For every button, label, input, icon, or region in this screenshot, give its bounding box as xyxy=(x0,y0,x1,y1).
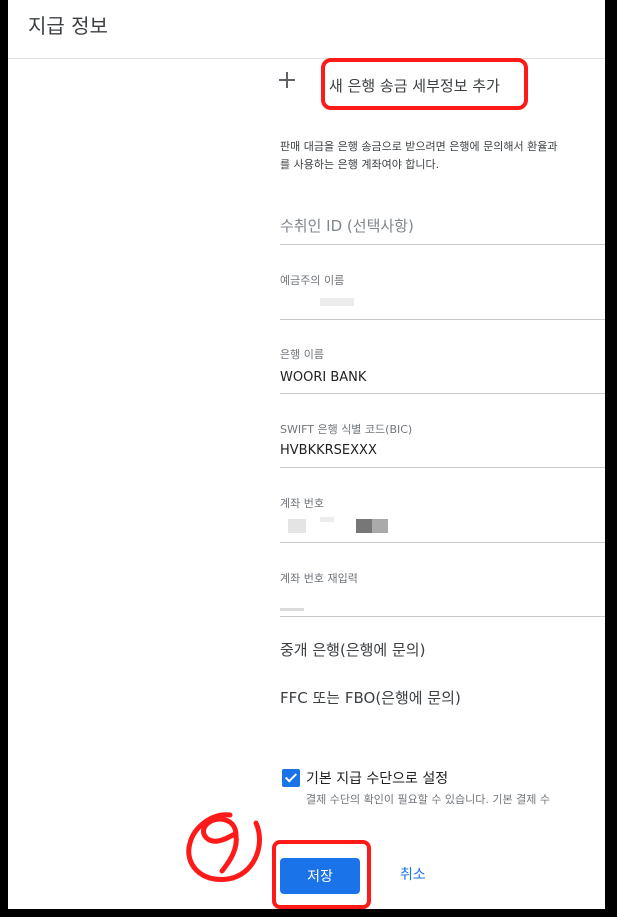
plus-icon xyxy=(277,70,297,90)
account-holder-label: 예금주의 이름 xyxy=(280,274,345,287)
intermediary-bank-toggle[interactable]: 중개 은행(은행에 문의) xyxy=(280,639,425,660)
redacted-block xyxy=(288,519,306,533)
account-number-label: 계좌 번호 xyxy=(280,497,324,510)
step-nine-annotation-icon xyxy=(186,812,262,882)
account-number-confirm-label: 계좌 번호 재입력 xyxy=(280,572,358,585)
notice-line-2: 를 사용하는 은행 계좌여야 합니다. xyxy=(280,158,440,171)
redacted-block xyxy=(320,517,334,522)
default-payment-label: 기본 지급 수단으로 설정 xyxy=(306,771,449,787)
redacted-value xyxy=(320,298,354,306)
default-payment-checkbox[interactable] xyxy=(282,769,300,787)
bank-notice: 판매 대금을 은행 송금으로 받으려면 은행에 문의해서 환율과 를 사용하는 … xyxy=(280,138,605,174)
account-number-confirm-field[interactable]: 계좌 번호 재입력 xyxy=(280,570,605,617)
redacted-value xyxy=(280,608,304,611)
bank-transfer-form: 새 은행 송금 세부정보 추가 판매 대금을 은행 송금으로 받으려면 은행에 … xyxy=(272,58,605,909)
bank-name-value: WOORI BANK xyxy=(280,370,367,385)
annotation-highlight-save xyxy=(272,840,371,909)
ffc-fbo-toggle[interactable]: FFC 또는 FBO(은행에 문의) xyxy=(280,687,461,708)
annotation-highlight-add xyxy=(321,58,528,110)
account-holder-field[interactable]: 예금주의 이름 xyxy=(280,272,605,320)
payment-info-panel: 지급 정보 새 은행 송금 세부정보 추가 판매 대금을 은행 송금으로 받으려… xyxy=(8,0,605,909)
bank-name-field[interactable]: 은행 이름 WOORI BANK xyxy=(280,346,605,394)
add-bank-transfer-row[interactable]: 새 은행 송금 세부정보 추가 xyxy=(274,58,605,118)
page-title: 지급 정보 xyxy=(28,14,108,38)
swift-code-value: HVBKKRSEXXX xyxy=(280,443,377,458)
bank-name-label: 은행 이름 xyxy=(280,348,324,361)
swift-code-field[interactable]: SWIFT 은행 식별 코드(BIC) HVBKKRSEXXX xyxy=(280,421,605,468)
redacted-block xyxy=(356,519,372,533)
notice-line-1: 판매 대금을 은행 송금으로 받으려면 은행에 문의해서 환율과 xyxy=(280,140,558,153)
recipient-id-field[interactable]: 수취인 ID (선택사항) xyxy=(280,203,605,245)
header: 지급 정보 xyxy=(8,0,605,59)
swift-code-label: SWIFT 은행 식별 코드(BIC) xyxy=(280,423,413,436)
default-payment-note: 결제 수단의 확인이 필요할 수 있습니다. 기본 결제 수 xyxy=(306,793,550,806)
account-number-field[interactable]: 계좌 번호 xyxy=(280,495,605,543)
recipient-id-placeholder: 수취인 ID (선택사항) xyxy=(280,217,414,235)
redacted-block xyxy=(372,519,388,533)
cancel-button[interactable]: 취소 xyxy=(394,863,432,885)
